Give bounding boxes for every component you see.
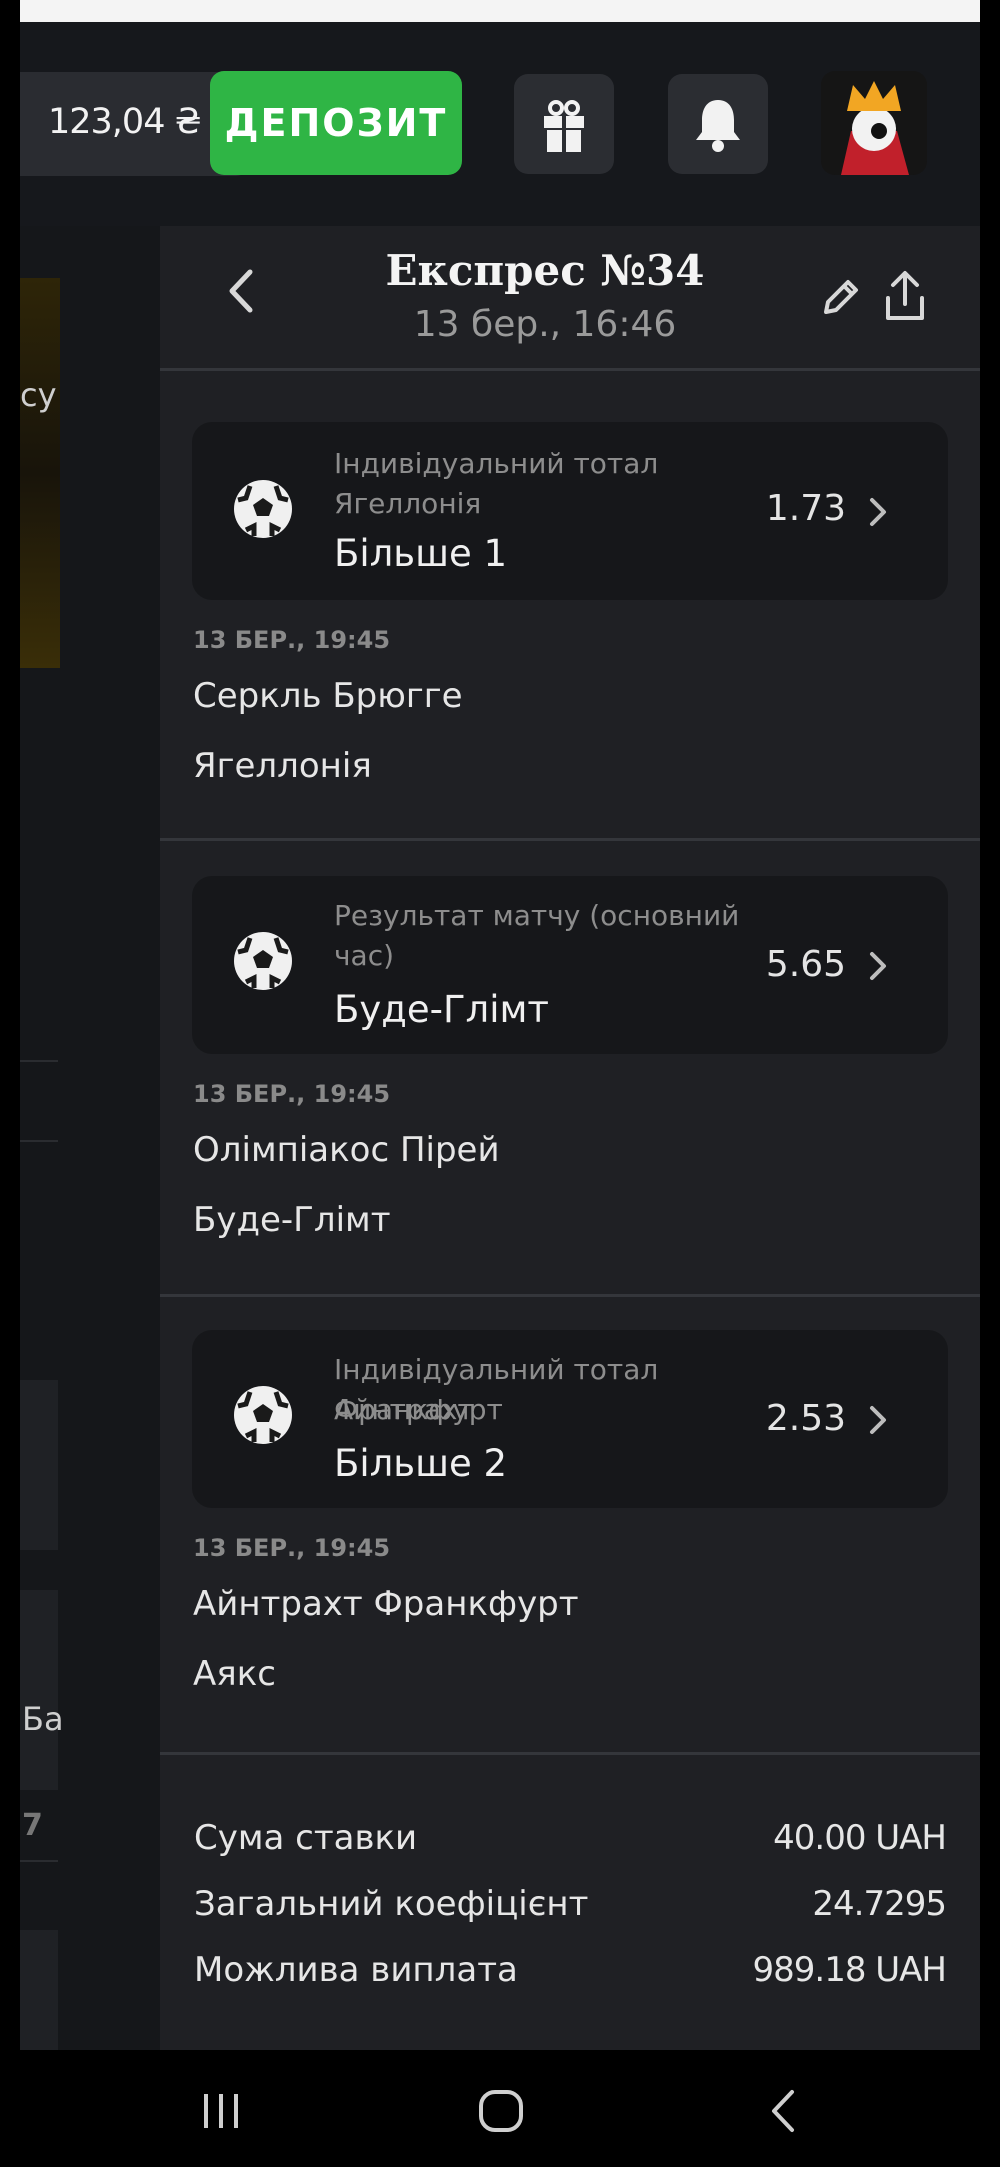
avatar-image [821, 71, 927, 175]
header-divider [160, 368, 980, 371]
background-text: Ба [22, 1700, 64, 1738]
bet-divider [160, 838, 980, 841]
bet-odds: 2.53 [765, 1398, 846, 1439]
bet-market-line2: Ягеллонія [334, 487, 482, 520]
status-area [20, 0, 980, 22]
stake-value: 40.00 UAH [773, 1818, 947, 1858]
away-team: Буде-Глімт [193, 1200, 391, 1240]
bet-market: Індивідуальний тотал [334, 447, 659, 480]
soccer-ball-icon [234, 480, 292, 538]
background-divider [20, 1060, 58, 1062]
away-team: Аякс [193, 1654, 276, 1694]
background-text: 7 [22, 1808, 43, 1843]
bet-divider [160, 1294, 980, 1297]
balance-amount: 123,04 ₴ [48, 102, 202, 142]
bell-icon [696, 100, 740, 152]
back-nav-icon[interactable] [760, 2086, 810, 2136]
gift-icon [544, 100, 584, 152]
avatar[interactable] [821, 71, 927, 175]
share-icon[interactable] [880, 268, 930, 324]
bet-selection: Більше 1 [334, 532, 508, 575]
bet-divider [160, 1752, 980, 1755]
screen-edge-right [980, 0, 1000, 2050]
pencil-icon[interactable] [818, 274, 864, 320]
match-date: 13 БЕР., 19:45 [193, 1080, 391, 1108]
chevron-right-icon [870, 952, 886, 980]
background-divider [20, 1860, 58, 1862]
payout-value: 989.18 UAH [752, 1950, 947, 1990]
chevron-right-icon [870, 1406, 886, 1434]
bet-selection: Більше 2 [334, 1442, 508, 1485]
background-block [20, 1590, 58, 1790]
background-banner [20, 278, 60, 668]
background-text: су [20, 376, 57, 414]
screen-edge-left [0, 0, 20, 2050]
soccer-ball-icon [234, 932, 292, 990]
notifications-button[interactable] [668, 74, 768, 174]
match-date: 13 БЕР., 19:45 [193, 1534, 391, 1562]
payout-label: Можлива виплата [194, 1950, 518, 1990]
total-odds-value: 24.7295 [812, 1884, 947, 1924]
ticket-title: Експрес №34 [385, 246, 705, 295]
bet-market-line2: Франкфурт [334, 1393, 503, 1426]
bet-odds: 1.73 [765, 488, 846, 529]
recent-apps-icon[interactable] [196, 2086, 246, 2136]
bet-market: Результат матчу (основний [334, 899, 740, 932]
chevron-left-icon[interactable] [218, 266, 268, 316]
home-team: Олімпіакос Пірей [193, 1130, 500, 1170]
chevron-right-icon [870, 498, 886, 526]
bet-market-line2: час) [334, 939, 395, 972]
total-odds-label: Загальний коефіцієнт [194, 1884, 589, 1924]
stake-label: Сума ставки [194, 1818, 418, 1858]
soccer-ball-icon [234, 1386, 292, 1444]
bet-selection: Буде-Глімт [334, 988, 549, 1031]
background-block [20, 1380, 58, 1550]
bet-odds: 5.65 [765, 944, 846, 985]
gift-button[interactable] [514, 74, 614, 174]
background-block [20, 1930, 58, 2050]
background-divider [20, 1140, 58, 1142]
match-date: 13 БЕР., 19:45 [193, 626, 391, 654]
home-team: Айнтрахт Франкфурт [193, 1584, 579, 1624]
home-team: Серкль Брюгге [193, 676, 463, 716]
deposit-button[interactable]: ДЕПОЗИТ [210, 71, 462, 175]
home-icon[interactable] [476, 2086, 526, 2136]
ticket-datetime: 13 бер., 16:46 [413, 304, 677, 345]
away-team: Ягеллонія [193, 746, 372, 786]
